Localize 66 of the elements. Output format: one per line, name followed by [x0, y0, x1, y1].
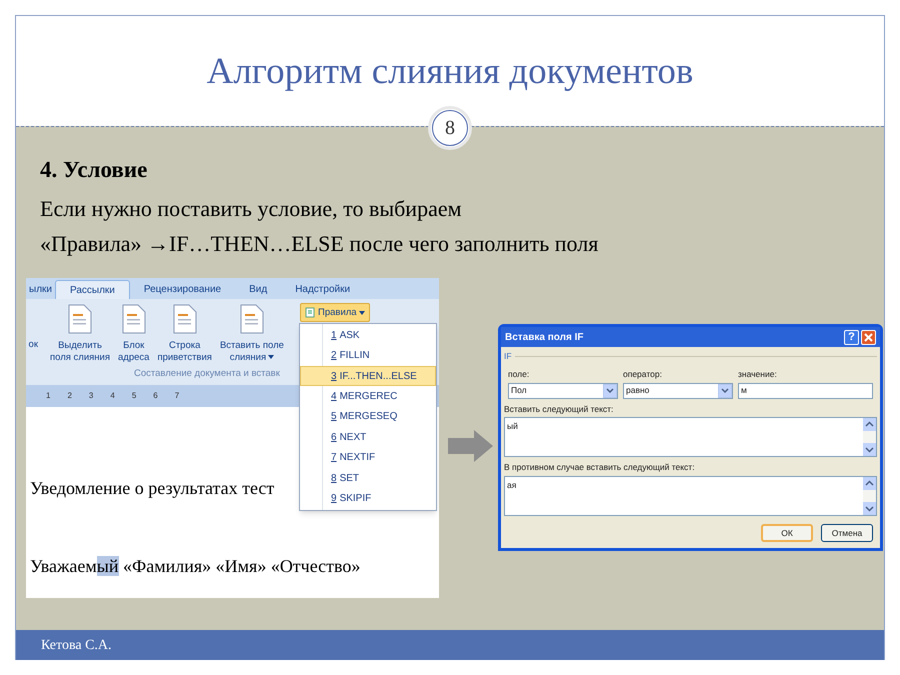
document-icon — [240, 304, 264, 334]
menu-item[interactable]: 9 SKIPIF — [300, 488, 436, 509]
field-label: поле: — [508, 368, 530, 380]
menu-item[interactable]: 2 FILLIN — [300, 345, 436, 366]
ribbon-tab[interactable]: ылки — [26, 280, 55, 299]
dropdown-field[interactable]: равно — [623, 382, 733, 398]
slide-title: Алгоритм слияния документов — [206, 53, 694, 90]
ribbon-button[interactable]: Блок адреса — [116, 304, 152, 364]
menu-item[interactable]: 1 ASK — [300, 325, 436, 346]
input-field[interactable]: м — [738, 382, 873, 398]
body-text: Если нужно поставить условие, то выбираем — [40, 195, 463, 223]
document-text: Уважаемый «Фамилия» «Имя» «Отчество» — [30, 555, 360, 578]
ruler-number: 3 — [88, 390, 94, 402]
field-label: значение: — [738, 368, 778, 380]
text-area[interactable]: ый — [504, 417, 877, 458]
dialog-button[interactable]: Отмена — [821, 524, 873, 542]
arrow-icon — [448, 430, 493, 462]
caret-icon — [358, 310, 365, 314]
menu-item[interactable]: 5 MERGESEQ — [300, 406, 436, 428]
ribbon-button[interactable]: Строка приветствия — [155, 304, 214, 364]
ruler-number: 2 — [67, 390, 72, 402]
author-name: Кетова С.А. — [41, 636, 112, 654]
ribbon-tab[interactable]: Рецензирование — [130, 280, 236, 299]
group-label: IF — [504, 350, 512, 363]
dialog-button[interactable]: ОК — [761, 524, 813, 542]
document-icon — [172, 304, 197, 334]
ribbon-button[interactable]: Вставить поле слияния — [218, 304, 286, 364]
field-label: В противном случае вставить следующий текст: — [504, 461, 696, 474]
rules-icon — [305, 307, 316, 318]
section-heading: 4. Условие — [40, 158, 148, 181]
ruler-number: 7 — [174, 390, 180, 402]
close-button[interactable] — [861, 330, 876, 344]
scroll-down-icon[interactable] — [863, 443, 876, 456]
ribbon-button[interactable]: ок — [26, 339, 38, 385]
field-label: оператор: — [623, 368, 663, 380]
page-number-badge: 8 — [428, 106, 472, 150]
ribbon-button[interactable]: Выделить поля слияния — [48, 304, 112, 364]
dialog-title: Вставка поля IF — [505, 330, 584, 344]
rules-button[interactable]: Правила — [300, 303, 370, 322]
scroll-down-icon[interactable] — [863, 502, 876, 515]
scroll-up-icon[interactable] — [863, 477, 876, 490]
menu-item[interactable]: 7 NEXTIF — [300, 448, 436, 468]
ruler-number: 5 — [132, 390, 136, 402]
document-icon — [122, 304, 146, 334]
chevron-down-icon — [718, 384, 732, 398]
body-text: «Правила» →IF…THEN…ELSE после чего заполнить поля — [40, 230, 600, 258]
menu-item[interactable]: 3 IF...THEN...ELSE — [300, 366, 436, 386]
menu-item[interactable]: 4 MERGEREC — [300, 386, 436, 407]
ribbon-tab[interactable]: Вид — [235, 280, 282, 299]
caret-icon — [268, 355, 274, 360]
help-button[interactable]: ? — [844, 330, 859, 344]
ruler-number: 6 — [153, 390, 158, 402]
group-label: Составление документа и вставк — [134, 368, 280, 380]
document-icon — [68, 304, 92, 334]
menu-item[interactable]: 6 NEXT — [300, 427, 436, 448]
ruler-number: 4 — [110, 390, 115, 402]
chevron-down-icon — [603, 384, 617, 398]
menu-item[interactable]: 8 SET — [300, 468, 436, 488]
document-text: Уведомление о результатах тест — [30, 477, 274, 500]
field-label: Вставить следующий текст: — [504, 402, 614, 416]
scroll-up-icon[interactable] — [863, 418, 876, 432]
dropdown-field[interactable]: Пол — [508, 382, 618, 398]
ribbon-tab[interactable]: Надстройки — [281, 280, 364, 299]
ribbon-tab[interactable]: Рассылки — [54, 280, 130, 299]
ruler-number: 1 — [46, 390, 50, 402]
text-area[interactable]: ая — [504, 476, 877, 516]
